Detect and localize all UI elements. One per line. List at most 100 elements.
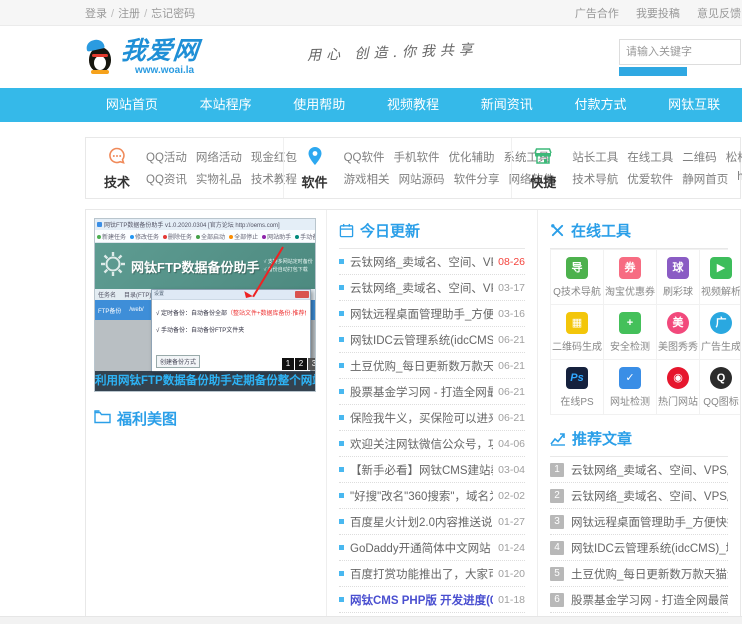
link-games[interactable]: 游戏相关 xyxy=(344,171,390,187)
video-parse-icon: ▶ xyxy=(710,257,732,279)
main-content: 网钛FTP数据备份助手 v1.0.2020.0304 [官方论坛 http://… xyxy=(85,209,741,619)
tool-ad-gen[interactable]: 广广告生成 xyxy=(700,305,740,360)
tool-video-parse[interactable]: ▶ 视频解析 xyxy=(700,250,740,305)
link-hao123[interactable]: hao123 xyxy=(737,171,742,187)
tool-online-ps[interactable]: Ps 在线PS xyxy=(551,360,604,415)
shield-plus-icon: + xyxy=(619,312,641,334)
tool-security-check[interactable]: + 安全检测 xyxy=(604,305,657,360)
folder-icon xyxy=(94,409,111,429)
link-gifts[interactable]: 实物礼品 xyxy=(196,171,242,187)
list-item[interactable]: GoDaddy开通简体中文网站 01-24 xyxy=(339,535,525,561)
link-optimize-tools[interactable]: 优化辅助 xyxy=(448,149,494,165)
link-qq-activity[interactable]: QQ活动 xyxy=(146,149,187,165)
nav-item-oetai[interactable]: 网钛互联 xyxy=(647,88,741,122)
separator: / xyxy=(144,8,148,20)
storefront-icon xyxy=(533,147,553,170)
list-item[interactable]: 保险我牛义，买保险可以进来了解06-21 xyxy=(339,405,525,431)
pager-2[interactable]: 2 xyxy=(295,358,307,370)
link-qq-software[interactable]: QQ软件 xyxy=(344,149,385,165)
page-bottom-strip xyxy=(0,616,742,624)
rank-badge: 5 xyxy=(550,566,564,581)
tool-meitu[interactable]: 美美图秀秀 xyxy=(657,305,700,360)
link-tech-nav[interactable]: 技术导航 xyxy=(572,171,618,187)
register-link[interactable]: 注册 xyxy=(118,8,140,20)
nav-item-payment[interactable]: 付款方式 xyxy=(554,88,648,122)
gallery-title[interactable]: 福利美图 xyxy=(117,408,177,429)
chat-bubble-icon xyxy=(107,147,127,170)
bullet-icon xyxy=(339,415,344,420)
feature-group-shortcuts: 快捷 站长工具 在线工具 二维码 松松工具 技术导航 优爱软件 静网首页 hao… xyxy=(511,138,742,198)
list-item[interactable]: 6股票基金学习网 - 打造全网最简单实用的 xyxy=(550,587,728,613)
list-item[interactable]: 网钛IDC云管理系统(idcCMS)_域名空间VPS06-21 xyxy=(339,327,525,353)
carousel-slide-image[interactable]: 网钛FTP数据备份助手 v1.0.2020.0304 [官方论坛 http://… xyxy=(94,218,316,392)
tool-hot-sites[interactable]: ◉ 热门网站 xyxy=(657,360,700,415)
link-web-activity[interactable]: 网络活动 xyxy=(196,149,242,165)
tool-qrcode-gen[interactable]: ▦ 二维码生成 xyxy=(551,305,604,360)
link-online-tools[interactable]: 在线工具 xyxy=(627,149,673,165)
list-item[interactable]: 【新手必看】网钛CMS建站教程03-04 xyxy=(339,457,525,483)
carousel-caption[interactable]: 利用网钛FTP数据备份助手定期备份整个网站 xyxy=(95,371,315,391)
nav-item-home[interactable]: 网站首页 xyxy=(85,88,179,122)
nav-item-help[interactable]: 使用帮助 xyxy=(272,88,366,122)
rank-badge: 4 xyxy=(550,540,564,555)
list-item[interactable]: 1云钛网络_卖域名、空间、VPS服务器，价 xyxy=(550,457,728,483)
list-item[interactable]: 股票基金学习网 - 打造全网最简单实用的股06-21 xyxy=(339,379,525,405)
login-link[interactable]: 登录 xyxy=(85,8,107,20)
tool-url-check[interactable]: ✓ 网址检测 xyxy=(604,360,657,415)
submit-article-link[interactable]: 我要投稿 xyxy=(636,8,680,20)
bullet-icon xyxy=(339,259,344,264)
link-mobile-software[interactable]: 手机软件 xyxy=(393,149,439,165)
qrcode-icon: ▦ xyxy=(566,312,588,334)
forgot-password-link[interactable]: 忘记密码 xyxy=(151,8,195,20)
list-item[interactable]: 百度打赏功能推出了，大家可以去申请试试~01-20 xyxy=(339,561,525,587)
feature-label-shortcuts: 快捷 xyxy=(530,174,557,190)
dialog-titlebar: 设置 xyxy=(152,290,310,300)
calendar-icon xyxy=(339,223,354,238)
tool-qq-icon[interactable]: Q QQ图标 xyxy=(700,360,740,415)
toolbar-item: 全部启动 xyxy=(196,232,225,241)
link-songsong-tools[interactable]: 松松工具 xyxy=(726,149,742,165)
bullet-icon xyxy=(339,467,344,472)
list-item[interactable]: 4网钛IDC云管理系统(idcCMS)_域名空间 xyxy=(550,535,728,561)
list-item[interactable]: 2云钛网络_卖域名、空间、VPS服务器，价 xyxy=(550,483,728,509)
list-item[interactable]: 土豆优购_每日更新数万款天猫淘宝大额优惠06-21 xyxy=(339,353,525,379)
list-item[interactable]: 网钛CMS PHP版 开发进度(01.18)01-18 xyxy=(339,587,525,613)
qq-penguin-logo-icon xyxy=(85,38,115,74)
pager-3[interactable]: 3 xyxy=(308,358,315,370)
link-youai-software[interactable]: 优爱软件 xyxy=(627,171,673,187)
list-item[interactable]: 5土豆优购_每日更新数万款天猫淘宝大额优 xyxy=(550,561,728,587)
line-chart-icon xyxy=(550,432,566,446)
search-input[interactable] xyxy=(619,38,741,65)
tool-color-balls[interactable]: 球刷彩球 xyxy=(657,250,700,305)
list-item[interactable]: 百度星火计划2.0内容推送说明---原创文章推01-27 xyxy=(339,509,525,535)
tool-taobao-coupon[interactable]: 券淘宝优惠券 xyxy=(604,250,657,305)
bullet-icon xyxy=(339,285,344,290)
list-item[interactable]: 网钛远程桌面管理助手_方便快捷管理服务器03-16 xyxy=(339,301,525,327)
list-item[interactable]: 云钛网络_卖域名、空间、VPS服务器，价格03-17 xyxy=(339,275,525,301)
list-item[interactable]: 云钛网络_卖域名、空间、VPS服务器，价格08-26 xyxy=(339,249,525,275)
link-software-share[interactable]: 软件分享 xyxy=(454,171,500,187)
nav-item-news[interactable]: 新闻资讯 xyxy=(460,88,554,122)
link-site-source[interactable]: 网站源码 xyxy=(399,171,445,187)
link-qq-news[interactable]: QQ资讯 xyxy=(146,171,187,187)
link-webmaster-tools[interactable]: 站长工具 xyxy=(572,149,618,165)
ad-cooperation-link[interactable]: 广告合作 xyxy=(575,8,619,20)
topbar-right-links: 广告合作 我要投稿 意见反馈 xyxy=(561,5,741,21)
topbar: 登录 / 注册 / 忘记密码 广告合作 我要投稿 意见反馈 xyxy=(0,0,742,26)
today-updates-column: 今日更新 云钛网络_卖域名、空间、VPS服务器，价格08-26 云钛网络_卖域名… xyxy=(326,210,538,618)
pager-1[interactable]: 1 xyxy=(282,358,294,370)
feedback-link[interactable]: 意见反馈 xyxy=(697,8,741,20)
search-button[interactable] xyxy=(619,66,687,76)
nav-item-video[interactable]: 视频教程 xyxy=(366,88,460,122)
list-item[interactable]: 欢迎关注网钛微信公众号，功能更新(04.06)04-06 xyxy=(339,431,525,457)
site-slogan: 用心 创造.你我共享 xyxy=(306,42,479,64)
nav-item-programs[interactable]: 本站程序 xyxy=(179,88,273,122)
link-qrcode[interactable]: 二维码 xyxy=(682,149,717,165)
qtech-nav-icon: 导 xyxy=(566,257,588,279)
link-jingwang-home[interactable]: 静网首页 xyxy=(682,171,728,187)
list-item[interactable]: "好搜"改名"360搜索"，域名为"so.com"02-02 xyxy=(339,483,525,509)
site-logo[interactable]: 我爱网 www.woai.la xyxy=(85,37,201,76)
tool-qtech-nav[interactable]: 导 Q技术导航 xyxy=(551,250,604,305)
list-item[interactable]: 3网钛远程桌面管理助手_方便快捷管理服务 xyxy=(550,509,728,535)
bullet-icon xyxy=(339,337,344,342)
